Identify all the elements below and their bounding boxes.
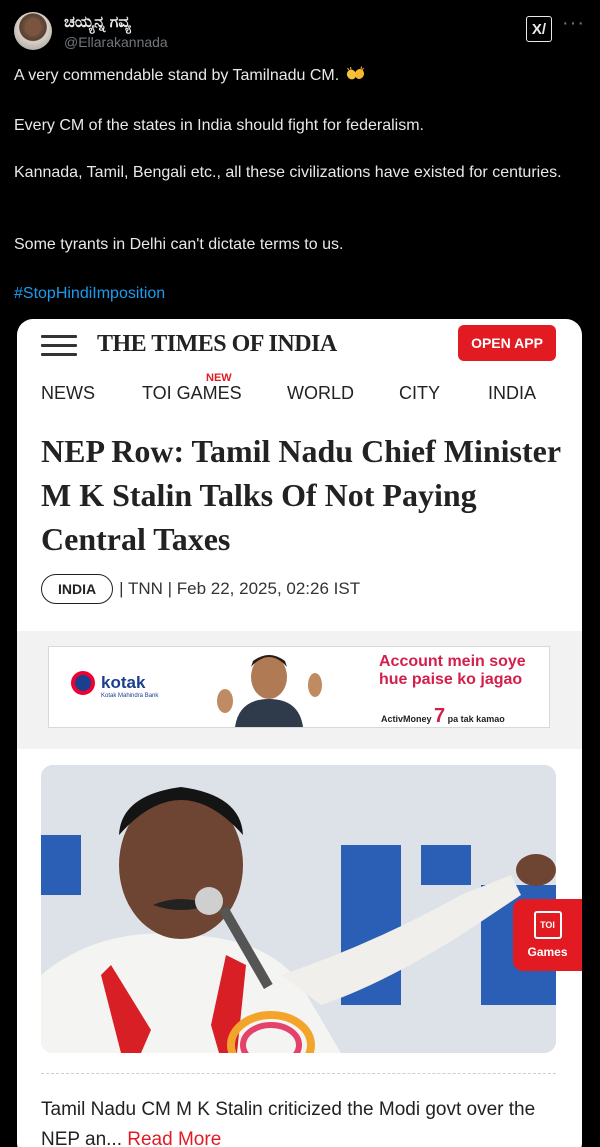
toi-games-label: Games bbox=[527, 945, 568, 959]
hamburger-menu-icon[interactable] bbox=[41, 333, 77, 359]
grok-icon[interactable]: X/ bbox=[526, 16, 552, 42]
ad-headline-2: hue paise ko jagao bbox=[379, 671, 523, 688]
article-summary-text: Tamil Nadu CM M K Stalin criticized the … bbox=[41, 1099, 536, 1147]
nav-item-city[interactable]: CITY bbox=[399, 383, 440, 404]
ad-activmoney: ActivMoney bbox=[381, 714, 432, 724]
hashtag-link[interactable]: #StopHindiImposition bbox=[14, 282, 574, 306]
open-app-button[interactable]: OPEN APP bbox=[458, 325, 556, 361]
stalin-photo-illustration bbox=[41, 765, 556, 1053]
new-badge: NEW bbox=[206, 372, 232, 384]
nav-item-india[interactable]: INDIA bbox=[488, 383, 536, 404]
tweet-header: ಚಯ್ಯನ್ನ ಗವ್ಯ @Ellarakannada X/ ··· bbox=[14, 10, 586, 54]
ad-person-image bbox=[217, 655, 322, 727]
article-meta: INDIA | TNN | Feb 22, 2025, 02:26 IST bbox=[41, 573, 360, 605]
toi-logo[interactable]: THE TIMES OF INDIA bbox=[97, 331, 337, 358]
article-screenshot-card[interactable]: THE TIMES OF INDIA OPEN APP NEWS NEW TOI… bbox=[17, 319, 582, 1147]
kotak-logo-icon bbox=[71, 671, 95, 695]
article-summary: Tamil Nadu CM M K Stalin criticized the … bbox=[41, 1095, 561, 1147]
ad-brand: kotak bbox=[101, 673, 146, 692]
divider bbox=[41, 1073, 556, 1074]
tweet-line-2: Every CM of the states in India should f… bbox=[14, 117, 424, 134]
tweet-line-3: Kannada, Tamil, Bengali etc., all these … bbox=[14, 164, 562, 181]
ad-container: kotak Kotak Mahindra Bank Account mein s… bbox=[17, 631, 582, 749]
toi-games-icon: TOI bbox=[533, 911, 562, 939]
grok-label: X/ bbox=[531, 20, 547, 38]
more-options-icon[interactable]: ··· bbox=[562, 12, 585, 35]
toi-games-floating-button[interactable]: TOI Games bbox=[513, 899, 582, 971]
nav-item-world[interactable]: WORLD bbox=[287, 383, 354, 404]
ad-tagline: ActivMoney 7 pa tak kamao bbox=[381, 705, 505, 728]
user-handle[interactable]: @Ellarakannada bbox=[64, 34, 168, 50]
article-headline: NEP Row: Tamil Nadu Chief Minister M K S… bbox=[41, 433, 561, 557]
kotak-ad-banner[interactable]: kotak Kotak Mahindra Bank Account mein s… bbox=[48, 646, 550, 728]
clapping-hands-icon bbox=[346, 66, 364, 80]
read-more-link[interactable]: Read More bbox=[127, 1129, 221, 1147]
category-tag[interactable]: INDIA bbox=[41, 574, 114, 604]
byline-date: | TNN | Feb 22, 2025, 02:26 IST bbox=[119, 579, 361, 598]
category-nav: NEWS NEW TOI GAMES WORLD CITY INDIA bbox=[17, 372, 582, 417]
tweet-line-4: Some tyrants in Delhi can't dictate term… bbox=[14, 236, 344, 253]
tweet-line-1: A very commendable stand by Tamilnadu CM… bbox=[14, 64, 574, 88]
tweet-text-1: A very commendable stand by Tamilnadu CM… bbox=[14, 67, 340, 84]
nav-item-toi-games[interactable]: NEW TOI GAMES bbox=[142, 372, 242, 404]
ad-headline-1: Account mein soye bbox=[379, 653, 526, 670]
ad-tagline-tail: pa tak kamao bbox=[447, 714, 505, 724]
article-photo[interactable] bbox=[41, 765, 556, 1053]
display-name[interactable]: ಚಯ್ಯನ್ನ ಗವ್ಯ bbox=[64, 14, 131, 32]
ad-number: 7 bbox=[434, 705, 446, 727]
nav-item-news[interactable]: NEWS bbox=[41, 383, 95, 404]
avatar[interactable] bbox=[14, 12, 52, 50]
nav-item-toi-games-label: TOI GAMES bbox=[142, 383, 242, 403]
ad-brand-sub: Kotak Mahindra Bank bbox=[101, 693, 159, 699]
